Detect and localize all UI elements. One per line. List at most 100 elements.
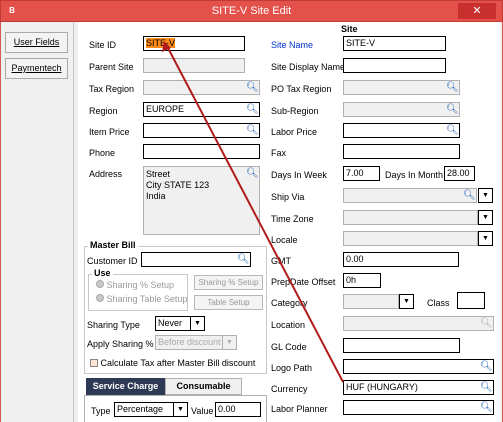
paymentech-label: Paymentech [11, 63, 62, 73]
labor-price-field[interactable]: 🔍︎ [343, 123, 460, 138]
master-bill-title: Master Bill [88, 240, 138, 250]
chevron-down-icon[interactable]: ▼ [478, 188, 493, 203]
labor-planner-field[interactable]: 🔍︎ [343, 400, 494, 415]
days-in-month-label: Days In Month [385, 170, 444, 180]
category-select[interactable] [343, 294, 399, 309]
sharing-table-setup-label: Sharing Table Setup [106, 294, 188, 304]
chevron-down-icon[interactable]: ▼ [399, 294, 414, 309]
region-label: Region [89, 106, 118, 116]
phone-label: Phone [89, 148, 116, 158]
display-name-label: Site Display Name [271, 62, 346, 72]
days-in-week-label: Days In Week [271, 170, 327, 180]
po-tax-region-label: PO Tax Region [271, 84, 332, 94]
site-name-field[interactable]: SITE-V [343, 36, 446, 51]
po-tax-region-field: 🔍︎ [343, 80, 460, 95]
sharing-type-select[interactable]: Never [155, 316, 191, 331]
search-icon[interactable]: 🔍︎ [237, 254, 250, 265]
paymentech-button[interactable]: Paymentech [5, 58, 68, 79]
prepdate-offset-field[interactable]: 0h [343, 273, 381, 288]
user-fields-button[interactable]: User Fields [5, 32, 68, 53]
search-icon[interactable]: 🔍︎ [446, 82, 459, 93]
search-icon[interactable]: 🔍︎ [246, 104, 259, 115]
radio-indicator [96, 280, 104, 288]
sidebar [1, 22, 74, 422]
class-field[interactable] [457, 292, 485, 309]
days-in-week-field[interactable]: 7.00 [343, 166, 380, 181]
checkbox-box [90, 359, 98, 367]
tax-region-label: Tax Region [89, 84, 135, 94]
search-icon[interactable]: 🔍︎ [463, 190, 476, 201]
fax-label: Fax [271, 148, 287, 158]
gl-code-field[interactable] [343, 338, 460, 353]
apply-sharing-select: Before discount [155, 335, 223, 350]
radio-sharing-pct[interactable]: Sharing % Setup [96, 280, 174, 290]
site-name-label: Site Name [271, 40, 314, 50]
site-id-field[interactable]: SITE-V [143, 36, 245, 51]
address-field[interactable]: Street City STATE 123 India 🔍︎ [143, 166, 260, 235]
display-name-field[interactable] [343, 58, 446, 73]
chevron-down-icon[interactable]: ▼ [478, 231, 493, 246]
chevron-down-icon[interactable]: ▼ [173, 402, 188, 417]
phone-field[interactable] [143, 144, 260, 159]
value-label: Value [191, 406, 214, 416]
close-button[interactable]: ✕ [458, 3, 496, 19]
labor-planner-label: Labor Planner [271, 404, 328, 414]
calc-tax-label: Calculate Tax after Master Bill discount [100, 358, 256, 368]
ship-via-field: 🔍︎ [343, 188, 477, 203]
sub-region-field: 🔍︎ [343, 102, 460, 117]
ship-via-label: Ship Via [271, 192, 305, 202]
logo-path-field[interactable]: 🔍︎ [343, 359, 494, 374]
location-field: 🔍︎ [343, 316, 494, 331]
prepdate-offset-label: PrepDate Offset [271, 277, 336, 287]
search-icon[interactable]: 🔍︎ [246, 168, 259, 179]
search-icon[interactable]: 🔍︎ [246, 125, 259, 136]
radio-sharing-table[interactable]: Sharing Table Setup [96, 294, 187, 304]
gmt-field[interactable]: 0.00 [343, 252, 459, 267]
search-icon[interactable]: 🔍︎ [446, 104, 459, 115]
sharing-pct-setup-button[interactable]: Sharing % Setup [194, 275, 263, 290]
value-field[interactable]: 0.00 [215, 402, 261, 417]
use-title: Use [92, 268, 113, 278]
tab-service-charge[interactable]: Service Charge [86, 378, 165, 395]
gl-code-label: GL Code [271, 342, 307, 352]
sub-region-label: Sub-Region [271, 106, 319, 116]
fax-field[interactable] [343, 144, 460, 159]
address-line-2: City STATE 123 [146, 180, 210, 190]
parent-site-field [143, 58, 245, 73]
search-icon[interactable]: 🔍︎ [446, 125, 459, 136]
days-in-month-field[interactable]: 28.00 [444, 166, 475, 181]
locale-label: Locale [271, 235, 298, 245]
currency-label: Currency [271, 384, 308, 394]
window-title: SITE-V Site Edit [211, 5, 292, 17]
item-price-field[interactable]: 🔍︎ [143, 123, 260, 138]
category-label: Category [271, 298, 308, 308]
sharing-pct-setup-label: Sharing % Setup [106, 280, 175, 290]
location-label: Location [271, 320, 306, 330]
customer-id-label: Customer ID [87, 256, 138, 266]
time-zone-select[interactable] [343, 210, 478, 225]
tab-consumable[interactable]: Consumable [165, 378, 242, 395]
region-field[interactable]: EUROPE 🔍︎ [143, 102, 260, 117]
sharing-type-label: Sharing Type [87, 320, 140, 330]
user-fields-label: User Fields [13, 37, 60, 47]
locale-select[interactable] [343, 231, 478, 246]
search-icon[interactable]: 🔍︎ [480, 382, 493, 393]
calc-tax-checkbox[interactable]: Calculate Tax after Master Bill discount [90, 358, 255, 368]
address-label: Address [89, 169, 123, 179]
time-zone-label: Time Zone [271, 214, 314, 224]
chevron-down-icon[interactable]: ▼ [478, 210, 493, 225]
chevron-down-icon: ▼ [222, 335, 237, 350]
type-select[interactable]: Percentage [114, 402, 174, 417]
search-icon[interactable]: 🔍︎ [480, 402, 493, 413]
type-label: Type [91, 406, 111, 416]
currency-field[interactable]: HUF (HUNGARY) 🔍︎ [343, 380, 494, 395]
radio-indicator [96, 294, 104, 302]
customer-id-field[interactable]: 🔍︎ [141, 252, 251, 267]
tax-region-field: 🔍︎ [143, 80, 260, 95]
search-icon[interactable]: 🔍︎ [480, 361, 493, 372]
search-icon[interactable]: 🔍︎ [246, 82, 259, 93]
table-setup-button[interactable]: Table Setup [194, 295, 263, 310]
address-line-1: Street [146, 169, 171, 179]
chevron-down-icon[interactable]: ▼ [190, 316, 205, 331]
site-id-value: SITE-V [146, 38, 176, 48]
